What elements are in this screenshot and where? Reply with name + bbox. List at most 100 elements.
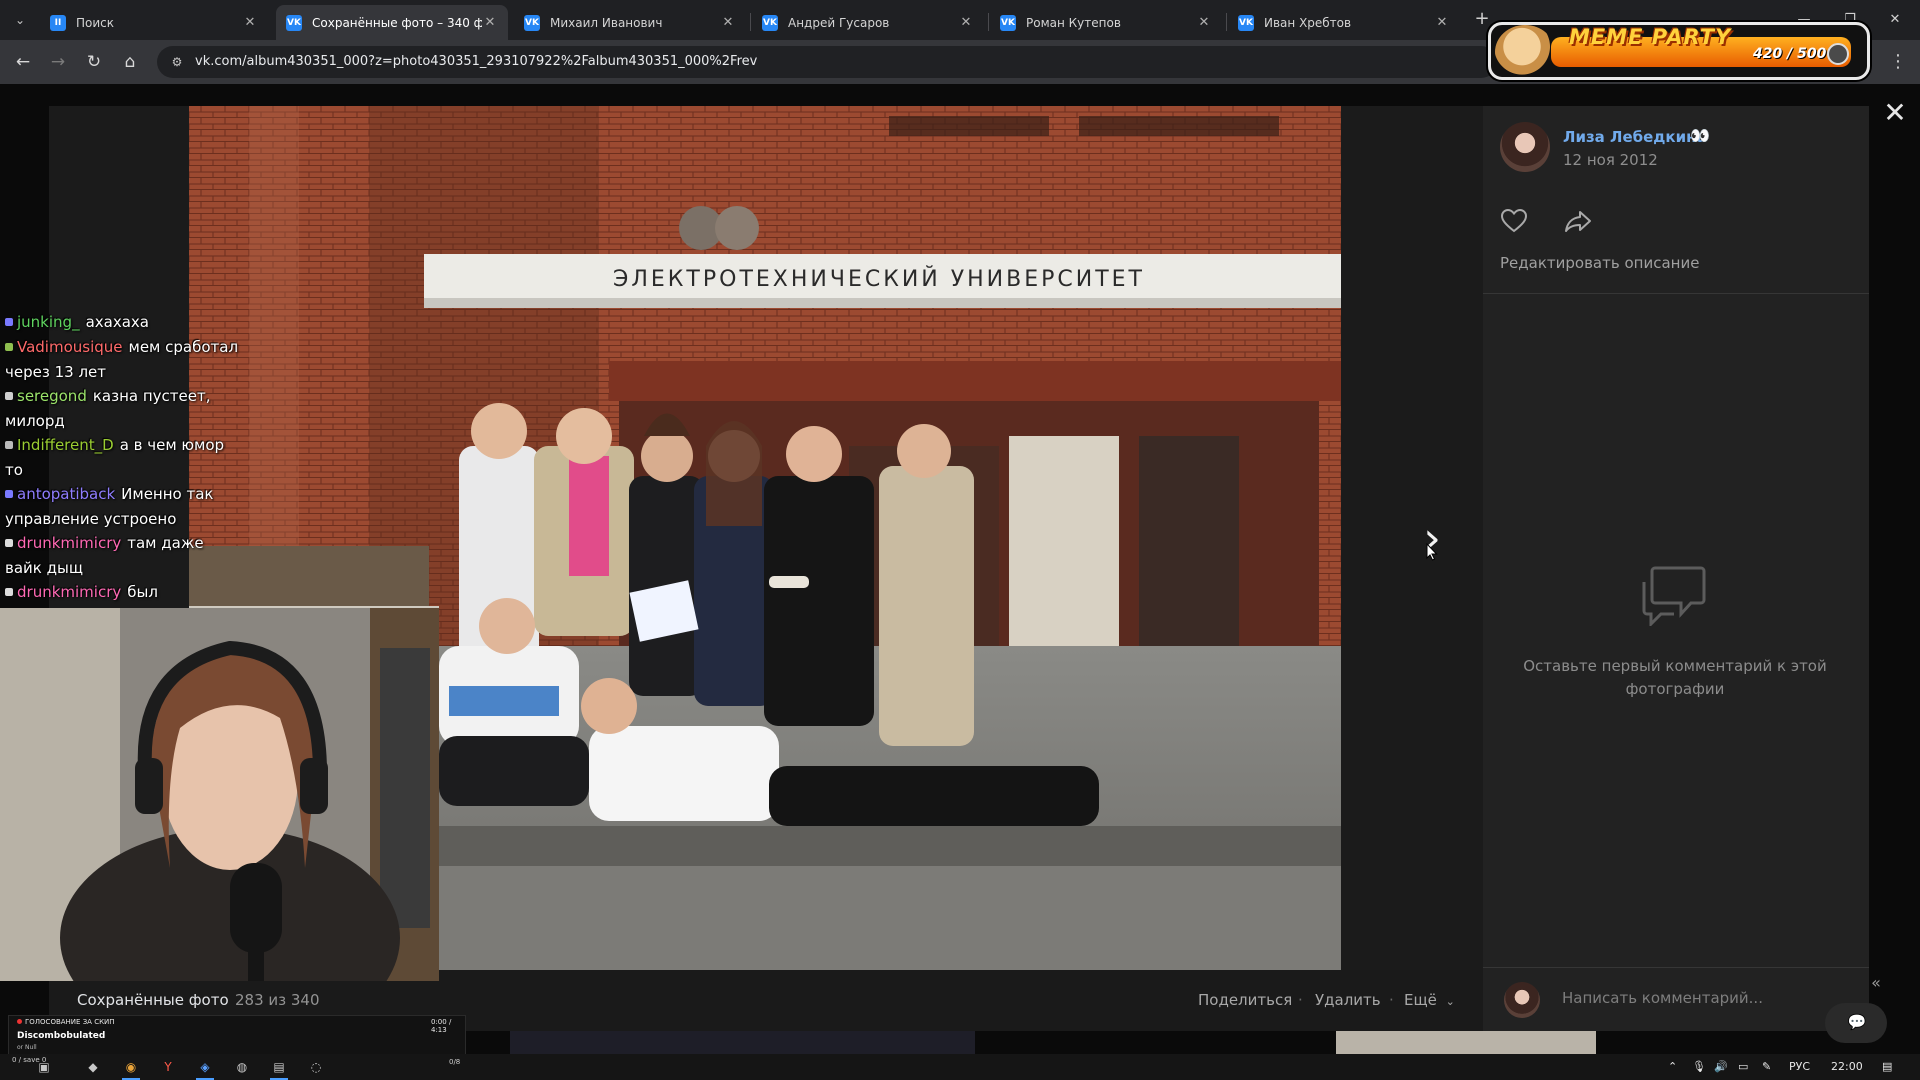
pen-icon[interactable]: ✎	[1762, 1058, 1771, 1076]
album-name-link[interactable]: Сохранённые фото	[77, 991, 229, 1009]
separator-dot: ·	[1298, 991, 1303, 1009]
track-artist: or Null	[17, 1044, 37, 1051]
messages-button[interactable]: 💬	[1825, 1003, 1887, 1043]
address-bar[interactable]: ⚙ vk.com/album430351_000?z=photo430351_2…	[157, 46, 1497, 78]
tab-mikhail[interactable]: VK Михаил Иванович ✕	[514, 5, 746, 40]
tab-close-icon[interactable]: ✕	[1434, 15, 1450, 30]
vote-label: ГОЛОСОВАНИЕ ЗА СКИП	[17, 1018, 115, 1026]
forward-arrow-icon[interactable]: →	[45, 50, 71, 74]
chat-message: junking_ ахахаха	[5, 310, 240, 335]
tab-ivan[interactable]: VK Иван Хребтов ✕	[1228, 5, 1460, 40]
tray-expand-icon[interactable]: ⌃	[1668, 1058, 1677, 1076]
twitch-favicon-icon: II	[50, 14, 66, 31]
edit-description-link[interactable]: Редактировать описание	[1500, 254, 1699, 272]
chrome-taskbar-icon[interactable]: ◉	[122, 1058, 140, 1080]
taskbar-app-icon[interactable]: ▣	[35, 1058, 53, 1076]
site-settings-icon[interactable]: ⚙	[169, 54, 185, 70]
track-timer: 0:00 / 4:13	[431, 1018, 452, 1034]
volume-icon[interactable]: 🔊	[1714, 1058, 1728, 1076]
back-arrow-icon[interactable]: ←	[10, 50, 36, 74]
my-avatar	[1504, 982, 1540, 1018]
comments-empty-icon	[1642, 566, 1706, 626]
vk-favicon-icon: VK	[524, 14, 540, 31]
vote-count: 0/8	[449, 1058, 461, 1066]
doge-icon	[1495, 25, 1555, 79]
tab-close-icon[interactable]: ✕	[720, 15, 736, 30]
chevron-down-icon: ⌄	[1445, 995, 1455, 1008]
tab-search-chevron-icon[interactable]: ⌄	[8, 8, 32, 32]
meme-party-count: 420 / 500	[1753, 46, 1827, 62]
share-arrow-icon[interactable]	[1563, 206, 1593, 236]
tab-saved-photos[interactable]: VK Сохранённые фото – 340 фото ✕	[276, 5, 508, 40]
tab-label: Поиск	[76, 15, 115, 30]
chat-username: drunkmimicry	[17, 583, 122, 601]
vk-favicon-icon: VK	[1000, 14, 1016, 31]
tab-close-icon[interactable]: ✕	[482, 15, 498, 30]
taskbar-app-icon[interactable]: ◈	[196, 1058, 214, 1080]
collapse-sidebar-icon[interactable]: «	[1866, 973, 1886, 993]
tab-andrey[interactable]: VK Андрей Гусаров ✕	[752, 5, 984, 40]
meme-party-widget: MEME PARTY 420 / 500	[1488, 22, 1870, 80]
tab-search[interactable]: II Поиск ✕	[40, 5, 268, 40]
university-sign-text: ЭЛЕКТРОТЕХНИЧЕСКИЙ УНИВЕРСИТЕТ	[613, 266, 1145, 292]
chat-badge-icon	[5, 343, 13, 351]
background-image-strip	[510, 1031, 975, 1054]
live-dot-icon	[17, 1019, 22, 1024]
mouse-cursor-icon	[1426, 543, 1438, 561]
yandex-taskbar-icon[interactable]: Y	[159, 1058, 177, 1076]
taskbar-app-icon[interactable]: ◆	[84, 1058, 102, 1076]
coin-icon	[1827, 43, 1849, 65]
browser-menu-icon[interactable]: ⋮	[1886, 50, 1910, 74]
eyes-emoji-icon: 👀	[1690, 126, 1710, 145]
clock[interactable]: 22:00	[1831, 1058, 1863, 1076]
network-icon[interactable]: ▭	[1738, 1058, 1748, 1076]
viewer-close-icon[interactable]: ✕	[1880, 98, 1910, 128]
taskbar-app-icon[interactable]: ◌	[307, 1058, 325, 1076]
chat-message: drunkmimicry там даже вайк дыщ	[5, 531, 240, 580]
tab-label: Андрей Гусаров	[788, 15, 890, 30]
chat-username: antopatiback	[17, 485, 116, 503]
photo-position: 283 из 340	[235, 991, 320, 1009]
delete-button[interactable]: Удалить	[1315, 991, 1381, 1009]
microphone-icon[interactable]: 🎙	[1692, 1058, 1706, 1076]
author-name-link[interactable]: Лиза Лебедкина	[1563, 128, 1707, 146]
chat-message: drunkmimicry был	[5, 580, 240, 605]
vk-favicon-icon: VK	[762, 14, 778, 31]
tab-label: Михаил Иванович	[550, 15, 663, 30]
taskbar-app-icon[interactable]: ◍	[233, 1058, 251, 1076]
reload-icon[interactable]: ↻	[81, 50, 107, 74]
chat-message: seregond казна пустеет, милорд	[5, 384, 240, 433]
windows-taskbar	[0, 1054, 1920, 1080]
language-indicator[interactable]: РУС	[1789, 1058, 1810, 1076]
window-close-icon[interactable]: ✕	[1883, 8, 1907, 32]
tab-label: Роман Кутепов	[1026, 15, 1121, 30]
chat-bubble-icon: 💬	[1847, 1013, 1867, 1031]
chat-message: Vadimousique мем сработал через 13 лет	[5, 335, 240, 384]
chat-username: drunkmimicry	[17, 534, 122, 552]
vk-favicon-icon: VK	[286, 14, 302, 31]
share-button[interactable]: Поделиться	[1198, 991, 1292, 1009]
tab-close-icon[interactable]: ✕	[1196, 15, 1212, 30]
tab-close-icon[interactable]: ✕	[242, 15, 258, 30]
chat-username: junking_	[17, 313, 80, 331]
webcam-overlay	[0, 608, 439, 981]
tab-close-icon[interactable]: ✕	[958, 15, 974, 30]
chat-badge-icon	[5, 588, 13, 596]
more-button[interactable]: Ещё ⌄	[1404, 991, 1455, 1009]
author-avatar[interactable]	[1500, 122, 1550, 172]
skip-vote-widget: ГОЛОСОВАНИЕ ЗА СКИП Discombobulated or N…	[8, 1015, 466, 1055]
chat-message: antopatiback Именно так управление устрое…	[5, 482, 240, 531]
tab-roman[interactable]: VK Роман Кутепов ✕	[990, 5, 1222, 40]
notifications-icon[interactable]: ▤	[1882, 1058, 1892, 1076]
comment-input[interactable]: Написать комментарий...	[1562, 989, 1763, 1007]
vote-label-text: ГОЛОСОВАНИЕ ЗА СКИП	[25, 1018, 115, 1026]
empty-comments-text: Оставьте первый комментарий к этой фотог…	[1523, 657, 1827, 698]
more-label: Ещё	[1404, 991, 1437, 1009]
chat-badge-icon	[5, 318, 13, 326]
home-icon[interactable]: ⌂	[117, 50, 143, 74]
photo-date[interactable]: 12 ноя 2012	[1563, 151, 1658, 169]
like-heart-icon[interactable]	[1499, 206, 1529, 236]
taskbar-app-icon[interactable]: ▤	[270, 1058, 288, 1080]
tab-label: Сохранённые фото – 340 фото	[312, 15, 482, 30]
vk-favicon-icon: VK	[1238, 14, 1254, 31]
